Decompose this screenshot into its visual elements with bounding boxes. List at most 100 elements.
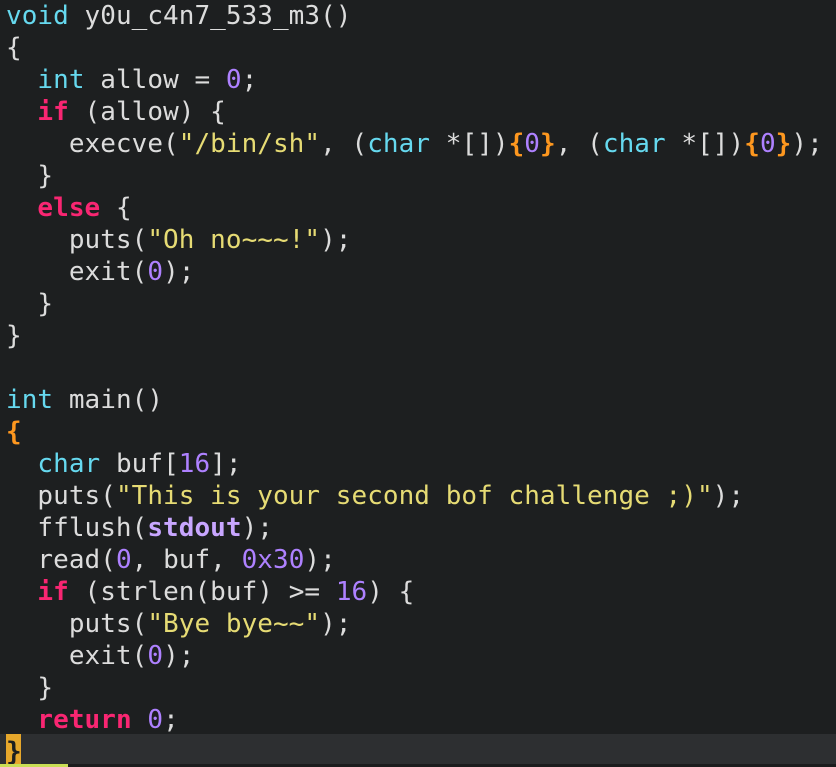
code-line[interactable]: exit(0); (6, 640, 195, 672)
code-token-plain: ); (320, 609, 352, 639)
code-token-plain: } (6, 161, 54, 191)
code-token-number: 0 (147, 257, 164, 287)
code-line[interactable]: exit(0); (6, 256, 195, 288)
code-token-plain: ; (163, 705, 179, 735)
code-token-string: "Oh no~~~!" (147, 225, 321, 255)
code-token-plain: ); (304, 545, 336, 575)
code-line[interactable]: read(0, buf, 0x30); (6, 544, 336, 576)
code-token-highlight-brace: { (508, 129, 525, 159)
code-editor[interactable]: void y0u_c4n7_533_m3(){ int allow = 0; i… (0, 0, 836, 767)
code-line[interactable]: puts("Bye bye~~"); (6, 608, 352, 640)
code-token-string: "Bye bye~~" (147, 609, 321, 639)
code-token-plain: , ( (555, 129, 603, 159)
code-token-type: void (6, 1, 69, 31)
code-token-plain: y0u_c4n7_533_m3() (68, 1, 352, 31)
code-token-highlight-brace: } (540, 129, 556, 159)
code-token-builtin: stdout (147, 513, 242, 543)
code-token-type: char (37, 449, 101, 479)
code-token-plain: ]; (210, 449, 242, 479)
code-token-type: char (602, 129, 666, 159)
code-token-plain: , ( (320, 129, 368, 159)
code-token-plain: fflush( (6, 513, 148, 543)
code-token-control: if (37, 577, 69, 607)
code-line[interactable]: } (6, 320, 22, 352)
code-token-number: 0 (147, 641, 164, 671)
code-token-type: int (6, 385, 54, 415)
code-line[interactable]: { (6, 416, 22, 448)
code-token-plain: ); (241, 513, 273, 543)
code-token-plain: main() (53, 385, 164, 415)
code-token-plain: ); (163, 257, 195, 287)
code-token-plain: } (6, 289, 54, 319)
code-token-plain: *[]) (665, 129, 745, 159)
code-line[interactable]: char buf[16]; (6, 448, 242, 480)
code-line[interactable]: puts("This is your second bof challenge … (6, 480, 744, 512)
code-token-plain: (strlen(buf) >= (68, 577, 336, 607)
code-token-plain: , buf, (131, 545, 242, 575)
code-token-number: 0 (759, 129, 776, 159)
code-token-control: if (37, 97, 69, 127)
code-token-number: 0x30 (241, 545, 305, 575)
code-token-plain: puts( (6, 609, 148, 639)
code-token-number: 0 (147, 705, 164, 735)
code-token-plain: (allow) { (68, 97, 226, 127)
code-line[interactable]: { (6, 32, 22, 64)
code-token-plain: puts( (6, 481, 116, 511)
code-token-plain: { (100, 193, 132, 223)
code-token-plain: buf[ (100, 449, 179, 479)
code-line[interactable]: return 0; (6, 704, 179, 736)
code-line[interactable]: } (6, 736, 22, 767)
code-token-cursor-char: } (6, 737, 22, 767)
code-line[interactable]: fflush(stdout); (6, 512, 273, 544)
code-token-control: else (37, 193, 101, 223)
code-token-string: "This is your second bof challenge ;)" (115, 481, 713, 511)
code-token-type: int (37, 65, 85, 95)
code-token-number: 16 (178, 449, 211, 479)
code-token-number: 0 (225, 65, 242, 95)
code-line[interactable]: int main() (6, 384, 163, 416)
code-token-number: 16 (335, 577, 368, 607)
code-token-plain: ; (241, 65, 258, 95)
code-token-plain: } (6, 673, 54, 703)
code-line[interactable]: } (6, 160, 53, 192)
code-token-plain: exit( (6, 257, 148, 287)
code-line[interactable]: puts("Oh no~~~!"); (6, 224, 352, 256)
code-token-plain: ); (791, 129, 823, 159)
code-token-plain: ); (712, 481, 745, 511)
code-token-plain: execve( (6, 129, 179, 159)
code-token-string: "/bin/sh" (178, 129, 321, 159)
code-line[interactable]: if (strlen(buf) >= 16) { (6, 576, 414, 608)
code-line[interactable]: void y0u_c4n7_533_m3() (6, 0, 352, 32)
code-token-plain: *[]) (430, 129, 509, 159)
code-token-highlight-brace: { (744, 129, 760, 159)
code-line[interactable]: } (6, 288, 53, 320)
code-token-number: 0 (524, 129, 541, 159)
code-token-highlight-brace: { (6, 417, 22, 447)
code-line[interactable]: else { (6, 192, 132, 224)
code-token-plain: ); (163, 641, 195, 671)
code-token-plain: allow = (84, 65, 226, 95)
code-token-type: char (367, 129, 431, 159)
code-token-plain: ) { (367, 577, 415, 607)
code-line[interactable]: int allow = 0; (6, 64, 257, 96)
code-token-plain: puts( (6, 225, 148, 255)
current-line-highlight (0, 734, 836, 766)
code-token-control: return (37, 705, 132, 735)
code-token-plain: } (6, 321, 22, 351)
code-token-number: 0 (115, 545, 132, 575)
code-line[interactable]: execve("/bin/sh", (char *[]){0}, (char *… (6, 128, 823, 160)
code-line[interactable]: if (allow) { (6, 96, 226, 128)
code-token-plain: ); (320, 225, 352, 255)
code-line[interactable]: } (6, 672, 53, 704)
code-token-plain: exit( (6, 641, 148, 671)
code-token-highlight-brace: } (775, 129, 792, 159)
code-token-plain: { (6, 33, 22, 63)
code-token-plain: read( (6, 545, 116, 575)
